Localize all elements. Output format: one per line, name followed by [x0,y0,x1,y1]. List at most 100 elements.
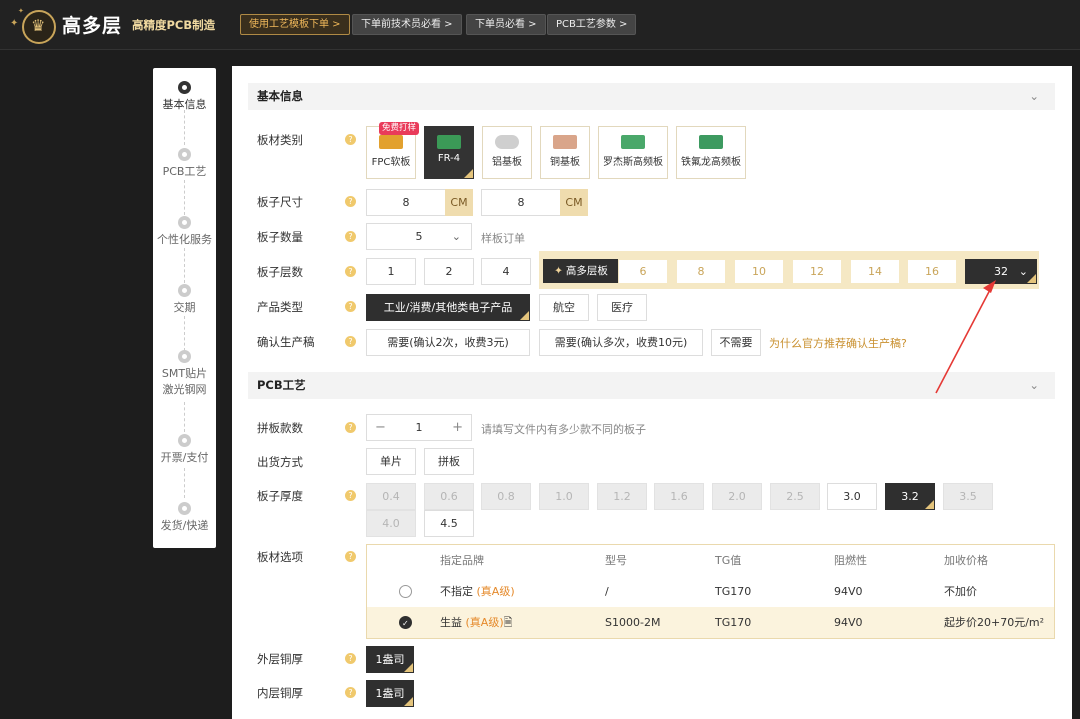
step-dot-icon [178,350,191,363]
material-option-aluminum[interactable]: 铝基板 [482,126,532,179]
radio-button-checked[interactable] [399,608,412,639]
star-icon: ✦ [18,7,24,15]
step-shipping[interactable]: 发货/快递 [153,502,216,534]
radio-button[interactable] [399,585,412,598]
layer-option-8[interactable]: 8 [676,259,726,284]
step-connector [184,110,185,145]
thickness-option[interactable]: 2.0 [712,483,762,510]
order-stepper: 基本信息 PCB工艺 个性化服务 交期 SMT贴片 激光钢网 开票/支付 发货/… [153,68,216,548]
confirm-twice-option[interactable]: 需要(确认2次，收费3元) [366,329,530,356]
thickness-option[interactable]: 2.5 [770,483,820,510]
thickness-option[interactable]: 1.2 [597,483,647,510]
thickness-option[interactable]: 0.4 [366,483,416,510]
inner-copper-option[interactable]: 1盎司 [366,680,414,707]
help-icon[interactable]: ? [345,266,356,277]
step-connector [184,402,185,432]
brand-logo[interactable]: ✦ ✦ ♛ [4,4,60,44]
thickness-option[interactable]: 0.6 [424,483,474,510]
confirm-why-link[interactable]: 为什么官方推荐确认生产稿? [769,335,907,351]
layer-option-4[interactable]: 4 [481,258,531,285]
step-invoice-payment[interactable]: 开票/支付 [153,434,216,466]
chevron-down-icon[interactable]: ⌄ [1029,372,1039,399]
layer-option-2[interactable]: 2 [424,258,474,285]
layer-option-12[interactable]: 12 [792,259,842,284]
material-option-label: 铁氟龙高频板 [681,157,741,168]
nav-tech-must-read[interactable]: 下单前技术员必看 > [352,14,462,35]
chevron-down-icon[interactable]: ⌄ [1029,83,1039,110]
nav-template-order[interactable]: 使用工艺模板下单 > [240,14,350,35]
product-type-aviation[interactable]: 航空 [539,294,589,321]
confirm-multiple-option[interactable]: 需要(确认多次，收费10元) [539,329,703,356]
table-header: 指定品牌 型号 TG值 阻燃性 加收价格 [367,545,1054,576]
help-icon[interactable]: ? [345,196,356,207]
thickness-option[interactable]: 4.0 [366,510,416,537]
panel-count-value: 1 [415,421,423,434]
layer-option-6[interactable]: 6 [618,259,668,284]
width-input[interactable]: 8 [366,189,446,216]
table-row[interactable]: 不指定 (真A级) / TG170 94V0 不加价 [367,576,1054,607]
material-option-teflon[interactable]: 铁氟龙高频板 [676,126,746,179]
step-basic-info[interactable]: 基本信息 [153,81,216,113]
nav-pcb-params[interactable]: PCB工艺参数 > [547,14,637,35]
step-label: PCB工艺 [162,165,207,178]
product-type-medical[interactable]: 医疗 [597,294,647,321]
field-label: 产品类型 [257,300,303,314]
option-label: 1盎司 [375,687,405,700]
document-icon[interactable]: 🗎 [504,616,513,629]
layer-option-16[interactable]: 16 [907,259,957,284]
help-icon[interactable]: ? [345,653,356,664]
help-icon[interactable]: ? [345,551,356,562]
panel-count-hint: 请填写文件内有多少款不同的板子 [481,423,646,436]
plus-icon[interactable]: + [452,415,463,440]
help-icon[interactable]: ? [345,490,356,501]
layer-select-32[interactable]: 32 ⌄ [965,259,1037,284]
thickness-option[interactable]: 0.8 [481,483,531,510]
material-option-rogers[interactable]: 罗杰斯高频板 [598,126,668,179]
price-cell: 不加价 [944,585,977,598]
material-option-fr4[interactable]: FR-4 [424,126,474,179]
ship-single-option[interactable]: 单片 [366,448,416,475]
section-pcb-process[interactable]: PCB工艺 ⌄ [248,372,1055,399]
thickness-option[interactable]: 1.0 [539,483,589,510]
layer-option-14[interactable]: 14 [850,259,900,284]
material-option-copper[interactable]: 铜基板 [540,126,590,179]
thickness-option-selected[interactable]: 3.2 [885,483,935,510]
section-title: PCB工艺 [257,378,306,392]
field-label: 板材选项 [257,550,303,564]
brand-name[interactable]: 高多层 [62,11,122,38]
panel-count-stepper[interactable]: − 1 + [366,414,472,441]
layer-option-1[interactable]: 1 [366,258,416,285]
height-input[interactable]: 8 [481,189,561,216]
quantity-select[interactable]: 5 ⌄ [366,223,472,250]
help-icon[interactable]: ? [345,301,356,312]
thickness-option[interactable]: 1.6 [654,483,704,510]
help-icon[interactable]: ? [345,336,356,347]
selected-check-icon [1027,274,1036,283]
confirm-none-option[interactable]: 不需要 [711,329,761,356]
step-pcb-process[interactable]: PCB工艺 [153,148,216,180]
layer-selected-value: 32 [994,265,1008,278]
section-basic-info[interactable]: 基本信息 ⌄ [248,83,1055,110]
selected-check-icon [404,697,413,706]
table-row-selected[interactable]: 生益 (真A级)🗎 S1000-2M TG170 94V0 起步价20+70元/… [367,607,1054,639]
nav-order-must-read[interactable]: 下单员必看 > [466,14,546,35]
help-icon[interactable]: ? [345,422,356,433]
thickness-option[interactable]: 3.0 [827,483,877,510]
ship-panel-option[interactable]: 拼板 [424,448,474,475]
help-icon[interactable]: ? [345,687,356,698]
sparkle-icon: ✦ [554,265,563,277]
step-custom-service[interactable]: 个性化服务 [153,216,216,248]
layer-option-10[interactable]: 10 [734,259,784,284]
step-dot-icon [178,148,191,161]
minus-icon[interactable]: − [375,415,386,440]
step-connector [184,468,185,498]
price-cell: 起步价20+70元/m² [944,616,1045,629]
step-delivery-time[interactable]: 交期 [153,284,216,316]
help-icon[interactable]: ? [345,134,356,145]
outer-copper-option[interactable]: 1盎司 [366,646,414,673]
help-icon[interactable]: ? [345,231,356,242]
thickness-option[interactable]: 3.5 [943,483,993,510]
thickness-option[interactable]: 4.5 [424,510,474,537]
product-type-industrial[interactable]: 工业/消费/其他类电子产品 [366,294,530,321]
step-smt-stencil[interactable]: SMT贴片 激光钢网 [153,350,216,398]
